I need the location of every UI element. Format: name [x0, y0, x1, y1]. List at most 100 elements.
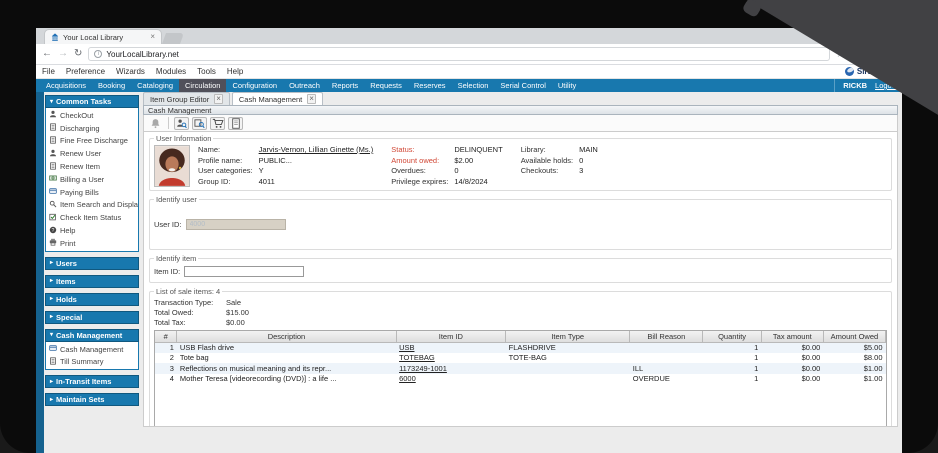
browser-navbar: ← → ↻ i YourLocalLibrary.net ☆ ⋮: [36, 44, 902, 65]
module-tab-reserves[interactable]: Reserves: [408, 79, 452, 92]
module-tab-selection[interactable]: Selection: [452, 79, 495, 92]
sidebar-item-renew-item[interactable]: Renew Item: [46, 160, 138, 173]
menu-item-wizards[interactable]: Wizards: [116, 67, 145, 76]
forward-icon[interactable]: →: [58, 49, 68, 59]
sidebar-item-paying-bills[interactable]: Paying Bills: [46, 186, 138, 199]
field-label: Group ID:: [198, 177, 253, 186]
sidebar-item-item-search-and-display[interactable]: Item Search and Display: [46, 199, 138, 212]
sidebar-item-cash-management[interactable]: Cash Management: [46, 343, 138, 356]
table-row[interactable]: 2Tote bagTOTEBAGTOTE-BAG1$0.00$8.00: [155, 353, 886, 364]
module-tab-acquisitions[interactable]: Acquisitions: [40, 79, 92, 92]
sidebar-header-users[interactable]: ▸Users: [45, 257, 139, 270]
sidebar-item-renew-user[interactable]: Renew User: [46, 147, 138, 160]
column-header-tax-amount[interactable]: Tax amount: [761, 331, 823, 342]
reload-icon[interactable]: ↻: [74, 49, 82, 59]
field-label: Profile name:: [198, 156, 253, 165]
sidebar-item-billing-a-user[interactable]: Billing a User: [46, 173, 138, 186]
table-row[interactable]: 3Reflections on musical meaning and its …: [155, 363, 886, 374]
sidebar-header-holds[interactable]: ▸Holds: [45, 293, 139, 306]
menu-item-preference[interactable]: Preference: [66, 67, 105, 76]
sidebar-item-till-summary[interactable]: Till Summary: [46, 356, 138, 369]
sidebar-panel: CheckOutDischargingFine Free DischargeRe…: [45, 108, 139, 252]
item-search-icon[interactable]: [192, 117, 207, 130]
sidebar-item-print[interactable]: Print: [46, 237, 138, 250]
identify-item-legend: Identify item: [154, 254, 198, 263]
sidebar-item-discharging[interactable]: Discharging: [46, 122, 138, 135]
renew-user-icon: [49, 149, 57, 159]
column-header-bill-reason[interactable]: Bill Reason: [630, 331, 703, 342]
item-id-link[interactable]: USB: [396, 342, 506, 353]
user-id-input[interactable]: [186, 219, 286, 230]
column-header-item-id[interactable]: Item ID: [396, 331, 506, 342]
module-tab-serial-control[interactable]: Serial Control: [494, 79, 551, 92]
cart-icon[interactable]: [210, 117, 225, 130]
sidebar-header-special[interactable]: ▸Special: [45, 311, 139, 324]
module-tab-outreach[interactable]: Outreach: [283, 79, 326, 92]
menu-item-tools[interactable]: Tools: [197, 67, 216, 76]
sidebar-item-help[interactable]: ?Help: [46, 224, 138, 237]
column-header-description[interactable]: Description: [177, 331, 396, 342]
menu-item-help[interactable]: Help: [227, 67, 243, 76]
user-name-link[interactable]: Jarvis-Vernon, Lillian Ginette (Ms.): [259, 145, 374, 154]
workspace-tab-item-group-editor[interactable]: Item Group Editor×: [143, 92, 230, 105]
workspace-tab-cash-management[interactable]: Cash Management×: [232, 92, 323, 105]
item-id-input[interactable]: [184, 266, 304, 277]
sidebar-item-check-item-status[interactable]: Check Item Status: [46, 211, 138, 224]
chevron-right-icon: ▸: [50, 314, 53, 320]
sidebar-header-common-tasks[interactable]: ▾Common Tasks: [45, 95, 139, 108]
item-description: Mother Teresa [videorecording (DVD)] : a…: [177, 374, 396, 385]
sidebar-header-maintain-sets[interactable]: ▸Maintain Sets: [45, 393, 139, 406]
chevron-down-icon: ▾: [50, 99, 53, 105]
new-tab-button[interactable]: [162, 33, 184, 44]
sirsidynix-globe-icon: [845, 67, 854, 76]
item-id-link[interactable]: TOTEBAG: [396, 353, 506, 364]
table-row[interactable]: 1USB Flash driveUSBFLASHDRIVE1$0.00$5.00: [155, 342, 886, 353]
menu-item-file[interactable]: File: [42, 67, 55, 76]
item-id-link[interactable]: 6000: [396, 374, 506, 385]
menu-item-modules[interactable]: Modules: [156, 67, 186, 76]
quantity: 1: [703, 342, 761, 353]
amount-owed: $8.00: [823, 353, 885, 364]
sidebar-header-in-transit-items[interactable]: ▸In-Transit Items: [45, 375, 139, 388]
sidebar-header-items[interactable]: ▸Items: [45, 275, 139, 288]
module-tab-booking[interactable]: Booking: [92, 79, 131, 92]
sidebar-header-cash-management[interactable]: ▾Cash Management: [45, 329, 139, 342]
tab-close-icon[interactable]: ×: [214, 94, 223, 104]
url-bar[interactable]: i YourLocalLibrary.net: [88, 47, 830, 61]
tax-amount: $0.00: [761, 353, 823, 364]
fine-free-discharge-icon: [49, 136, 57, 146]
column-header-item-type[interactable]: Item Type: [506, 331, 630, 342]
item-type: [506, 374, 630, 385]
sidebar-item-fine-free-discharge[interactable]: Fine Free Discharge: [46, 135, 138, 148]
column-header-quantity[interactable]: Quantity: [703, 331, 761, 342]
module-tab-reports[interactable]: Reports: [326, 79, 364, 92]
sidebar-item-checkout[interactable]: CheckOut: [46, 109, 138, 122]
table-row[interactable]: 4Mother Teresa [videorecording (DVD)] : …: [155, 374, 886, 385]
back-icon[interactable]: ←: [42, 49, 52, 59]
tab-close-icon[interactable]: ×: [150, 33, 155, 41]
module-tab-utility[interactable]: Utility: [552, 79, 582, 92]
sale-items-fieldset: List of sale items: 4 Transaction Type:S…: [149, 287, 892, 427]
column-header-amount-owed[interactable]: Amount Owed: [823, 331, 885, 342]
sale-items-legend: List of sale items: 4: [154, 287, 222, 296]
column-header--[interactable]: #: [155, 331, 177, 342]
tab-close-icon[interactable]: ×: [307, 94, 316, 104]
user-search-icon[interactable]: [174, 117, 189, 130]
chevron-down-icon: ▾: [50, 332, 53, 338]
field-label: Status:: [391, 145, 448, 154]
field-value: DELINQUENT: [454, 145, 502, 154]
module-tab-cataloging[interactable]: Cataloging: [131, 79, 179, 92]
browser-tab[interactable]: Your Local Library ×: [44, 29, 162, 44]
item-type: [506, 363, 630, 374]
module-tab-requests[interactable]: Requests: [364, 79, 408, 92]
receipt-icon[interactable]: [228, 117, 243, 130]
module-tab-configuration[interactable]: Configuration: [226, 79, 283, 92]
module-tab-circulation[interactable]: Circulation: [179, 79, 226, 92]
site-info-icon[interactable]: i: [94, 50, 102, 58]
quantity: 1: [703, 374, 761, 385]
item-id-link[interactable]: 1173249-1001: [396, 363, 506, 374]
checkout-icon: [49, 110, 57, 120]
quantity: 1: [703, 363, 761, 374]
sidebar-section-items: ▸Items: [45, 275, 139, 288]
identify-item-fieldset: Identify item Item ID:: [149, 254, 892, 283]
